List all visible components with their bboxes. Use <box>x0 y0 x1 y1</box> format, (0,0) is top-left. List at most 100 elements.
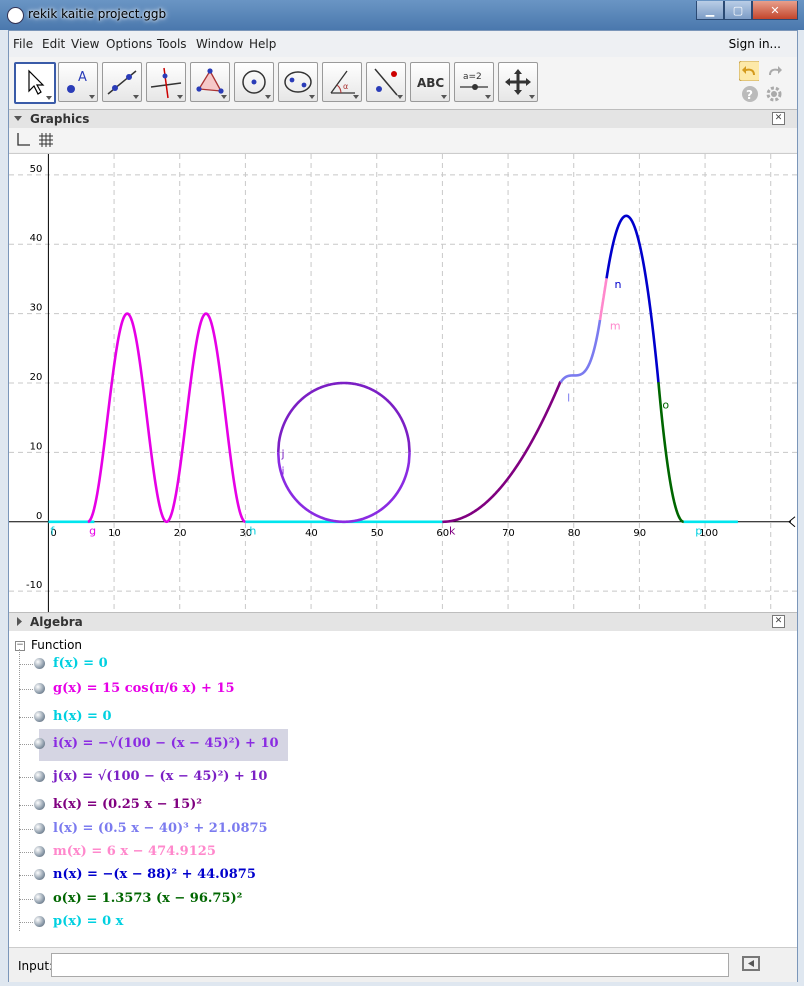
maximize-button[interactable]: ▢ <box>724 1 752 20</box>
function-curve-g <box>87 312 246 524</box>
graphics-close-button[interactable]: ✕ <box>772 112 785 125</box>
visibility-toggle-icon[interactable] <box>34 846 45 857</box>
algebra-item[interactable]: h(x) = 0 <box>19 705 289 729</box>
visibility-toggle-icon[interactable] <box>34 799 45 810</box>
algebra-expression[interactable]: m(x) = 6 x − 474.9125 <box>53 844 216 859</box>
menu-options[interactable]: Options <box>106 37 152 51</box>
algebra-expression[interactable]: n(x) = −(x − 88)² + 44.0875 <box>53 867 256 882</box>
menu-help[interactable]: Help <box>249 37 276 51</box>
algebra-expression[interactable]: k(x) = (0.25 x − 15)² <box>53 797 202 812</box>
move-tool-button[interactable] <box>14 62 56 104</box>
visibility-toggle-icon[interactable] <box>34 869 45 880</box>
algebra-item[interactable]: n(x) = −(x − 88)² + 44.0875 <box>19 863 289 887</box>
algebra-item[interactable]: i(x) = −√(100 − (x − 45)²) + 10 <box>19 729 289 761</box>
function-curve-k <box>441 380 562 524</box>
visibility-toggle-icon[interactable] <box>34 683 45 694</box>
algebra-expression[interactable]: o(x) = 1.3573 (x − 96.75)² <box>53 891 242 906</box>
algebra-panel-title: Algebra <box>30 615 83 629</box>
visibility-toggle-icon[interactable] <box>34 711 45 722</box>
algebra-item[interactable]: j(x) = √(100 − (x − 45)²) + 10 <box>19 765 289 789</box>
algebra-item[interactable]: l(x) = (0.5 x − 40)³ + 21.0875 <box>19 817 289 841</box>
menu-file[interactable]: File <box>13 37 33 51</box>
function-curve-n <box>605 214 660 383</box>
algebra-expression[interactable]: h(x) = 0 <box>53 709 112 724</box>
angle-tool-button[interactable]: α <box>322 62 362 102</box>
algebra-item[interactable]: o(x) = 1.3573 (x − 96.75)² <box>19 887 289 911</box>
keyboard-toggle-icon[interactable] <box>742 956 760 971</box>
minimize-button[interactable]: ▁ <box>696 1 724 20</box>
input-field[interactable] <box>51 953 729 977</box>
svg-text:α: α <box>343 82 348 91</box>
close-icon: ✕ <box>770 3 780 17</box>
y-tick-label: 10 <box>30 441 43 452</box>
reflect-tool-button[interactable] <box>366 62 406 102</box>
menu-tools[interactable]: Tools <box>157 37 187 51</box>
x-tick-label: 80 <box>568 528 581 539</box>
circle-tool-button[interactable] <box>234 62 274 102</box>
x-tick-label: 70 <box>502 528 515 539</box>
visibility-toggle-icon[interactable] <box>34 771 45 782</box>
label-h: h <box>249 524 256 537</box>
function-curve-l <box>559 319 602 384</box>
point-tool-button[interactable]: A <box>58 62 98 102</box>
algebra-item[interactable]: g(x) = 15 cos(π/6 x) + 15 <box>19 677 289 701</box>
algebra-item[interactable]: p(x) = 0 x <box>19 910 289 934</box>
algebra-expression[interactable]: p(x) = 0 x <box>53 914 123 929</box>
menubar: File Edit View Options Tools Window Help… <box>9 31 797 57</box>
menu-view[interactable]: View <box>71 37 99 51</box>
tree-connector <box>19 664 33 665</box>
slider-tool-button[interactable]: a=2 <box>454 62 494 102</box>
undo-icon[interactable] <box>739 61 759 81</box>
app-client: File Edit View Options Tools Window Help… <box>8 30 798 982</box>
collapse-arrow-icon[interactable] <box>14 115 22 123</box>
label-l: l <box>567 392 570 405</box>
algebra-close-button[interactable]: ✕ <box>772 615 785 628</box>
text-tool-button[interactable]: ABC <box>410 62 450 102</box>
algebra-expression[interactable]: g(x) = 15 cos(π/6 x) + 15 <box>53 681 235 696</box>
x-tick-label: 60 <box>436 528 449 539</box>
algebra-item[interactable]: f(x) = 0 <box>19 652 289 676</box>
algebra-expression[interactable]: i(x) = −√(100 − (x − 45)²) + 10 <box>53 736 279 751</box>
sign-in-link[interactable]: Sign in... <box>729 37 781 51</box>
visibility-toggle-icon[interactable] <box>34 738 45 749</box>
algebra-expression[interactable]: l(x) = (0.5 x − 40)³ + 21.0875 <box>53 821 268 836</box>
algebra-view: − Function f(x) = 0 g(x) = 15 cos(π/6 x) … <box>9 631 797 947</box>
grid-toggle-icon[interactable] <box>38 132 54 148</box>
window-title: rekik kaitie project.ggb <box>28 7 167 21</box>
settings-gear-icon[interactable] <box>765 85 783 103</box>
help-icon[interactable]: ? <box>741 85 759 103</box>
axes-toggle-icon[interactable] <box>15 132 31 148</box>
visibility-toggle-icon[interactable] <box>34 658 45 669</box>
visibility-toggle-icon[interactable] <box>34 916 45 927</box>
visibility-toggle-icon[interactable] <box>34 823 45 834</box>
function-group-label: Function <box>31 638 83 652</box>
close-button[interactable]: ✕ <box>752 1 798 20</box>
perpendicular-tool-button[interactable] <box>146 62 186 102</box>
conic-tool-button[interactable] <box>278 62 318 102</box>
y-tick-label: 50 <box>30 164 43 175</box>
visibility-toggle-icon[interactable] <box>34 893 45 904</box>
svg-text:a=2: a=2 <box>463 72 482 82</box>
tree-connector <box>19 805 33 806</box>
tree-connector <box>19 717 33 718</box>
algebra-expression[interactable]: j(x) = √(100 − (x − 45)²) + 10 <box>53 769 267 784</box>
menu-edit[interactable]: Edit <box>42 37 65 51</box>
redo-icon[interactable] <box>765 61 785 81</box>
y-tick-label: 40 <box>30 233 43 244</box>
function-plot[interactable]: 0 10 20 30 40 50 60 70 80 90 10050403020100-10f g hj… <box>9 154 797 612</box>
polygon-tool-button[interactable] <box>190 62 230 102</box>
menu-window[interactable]: Window <box>196 37 243 51</box>
graphics-view[interactable]: 0 10 20 30 40 50 60 70 80 90 100 50 40 30 20 10 0 -10 f g h j… <box>9 153 797 612</box>
function-curve-j <box>276 381 411 453</box>
graphics-panel-title: Graphics <box>30 112 90 126</box>
label-n: n <box>614 278 621 291</box>
algebra-expression[interactable]: f(x) = 0 <box>53 656 108 671</box>
move-view-tool-button[interactable] <box>498 62 538 102</box>
algebra-item[interactable]: k(x) = (0.25 x − 15)² <box>19 793 289 817</box>
label-g: g <box>89 524 96 537</box>
expand-arrow-icon[interactable] <box>16 617 24 626</box>
algebra-item[interactable]: m(x) = 6 x − 474.9125 <box>19 840 289 864</box>
line-tool-button[interactable] <box>102 62 142 102</box>
label-o: o <box>662 399 669 412</box>
algebra-panel-header: Algebra ✕ <box>9 612 797 632</box>
